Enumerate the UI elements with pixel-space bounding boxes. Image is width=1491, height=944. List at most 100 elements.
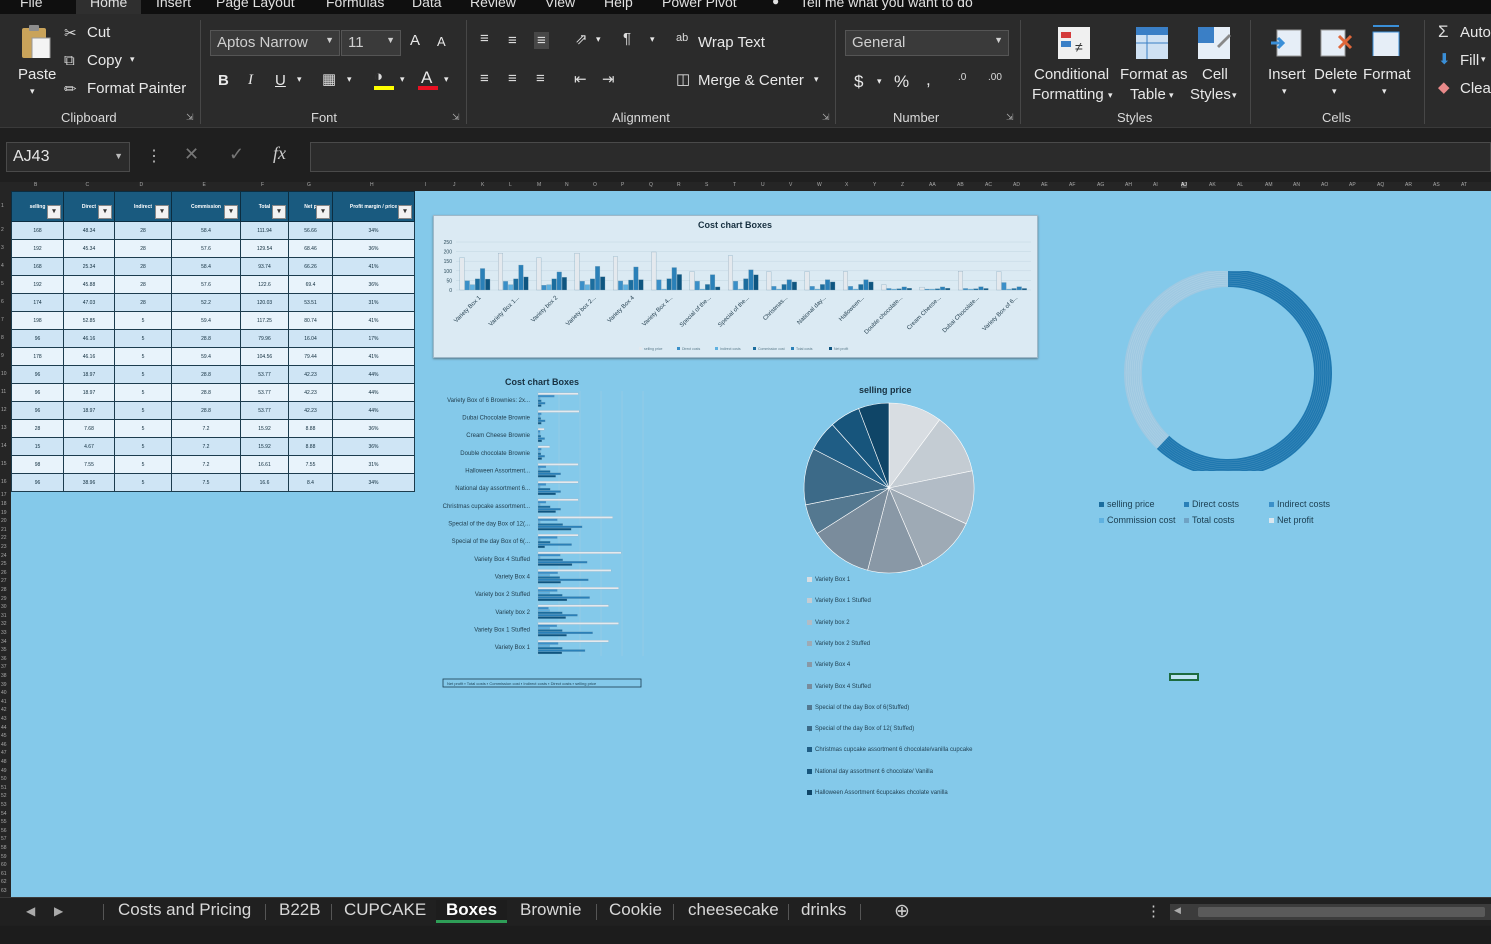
table-cell[interactable]: 7.2	[171, 437, 241, 456]
table-cell[interactable]: 59.4	[171, 311, 241, 330]
table-cell[interactable]: 18.97	[63, 383, 115, 402]
paragraph-icon[interactable]: ¶	[623, 30, 631, 47]
column-header[interactable]: W	[817, 182, 822, 188]
table-cell[interactable]: 5	[114, 383, 172, 402]
more-tabs-icon[interactable]: ⋮	[1146, 902, 1161, 920]
menu-file[interactable]: File	[20, 0, 43, 10]
column-header[interactable]: T	[733, 182, 736, 188]
table-cell[interactable]: 34%	[332, 473, 415, 492]
menu-review[interactable]: Review	[470, 0, 516, 10]
table-cell[interactable]: 5	[114, 329, 172, 348]
table-cell[interactable]: 28	[114, 257, 172, 276]
row-header[interactable]: 60	[1, 862, 7, 868]
column-header-cell[interactable]: Indirect ▾	[114, 191, 172, 222]
format-painter-button[interactable]: Format Painter	[87, 80, 186, 97]
menu-home[interactable]: Home	[76, 0, 142, 14]
paste-icon[interactable]	[18, 24, 52, 58]
increase-indent-icon[interactable]: ⇥	[602, 70, 615, 88]
column-header[interactable]: AT	[1461, 182, 1467, 188]
table-cell[interactable]: 36%	[332, 275, 415, 294]
column-header[interactable]: AC	[985, 182, 992, 188]
align-center-icon[interactable]: ≡	[508, 70, 517, 87]
column-header[interactable]: C	[86, 182, 90, 188]
table-cell[interactable]: 4.67	[63, 437, 115, 456]
merge-dropdown-icon[interactable]: ▾	[814, 74, 819, 85]
font-size-select[interactable]: 11 ▼	[341, 30, 401, 56]
selected-cell[interactable]	[1169, 673, 1199, 681]
underline-button[interactable]: U	[275, 72, 286, 89]
table-cell[interactable]: 28.8	[171, 383, 241, 402]
column-header[interactable]: O	[593, 182, 597, 188]
table-cell[interactable]: 44%	[332, 383, 415, 402]
column-header[interactable]: AI	[1153, 182, 1158, 188]
column-header[interactable]: AH	[1125, 182, 1132, 188]
orientation-dropdown-icon[interactable]: ▾	[596, 34, 601, 45]
column-header[interactable]: I	[425, 182, 426, 188]
row-header[interactable]: 34	[1, 639, 7, 645]
column-header[interactable]: AG	[1097, 182, 1104, 188]
clear-button[interactable]: Clea	[1460, 80, 1491, 97]
cell-styles-button-line2[interactable]: Styles	[1190, 86, 1231, 103]
table-cell[interactable]: 36%	[332, 239, 415, 258]
table-cell[interactable]: 15	[11, 437, 64, 456]
cost-chart-vertical[interactable]: Cost chart Boxes 250 200 150 100 50 0 Variety …	[433, 215, 1038, 358]
table-cell[interactable]: 28	[11, 419, 64, 438]
delete-button[interactable]: Delete	[1314, 66, 1357, 83]
column-header[interactable]: AF	[1069, 182, 1075, 188]
align-bottom-icon[interactable]: ≡	[534, 32, 549, 49]
horizontal-scrollbar[interactable]: ◀	[1170, 904, 1491, 920]
menu-data[interactable]: Data	[412, 0, 442, 10]
column-header[interactable]: Q	[649, 182, 653, 188]
table-cell[interactable]: 45.88	[63, 275, 115, 294]
cond-dropdown-icon[interactable]: ▾	[1108, 90, 1113, 101]
cell-styles-button[interactable]: Cell	[1202, 66, 1228, 83]
table-cell[interactable]: 8.88	[288, 437, 333, 456]
table-cell[interactable]: 44%	[332, 401, 415, 420]
shrink-font-button[interactable]: A	[437, 34, 446, 49]
row-header[interactable]: 32	[1, 621, 7, 627]
tab-brownie[interactable]: Brownie	[520, 900, 581, 920]
table-cell[interactable]: 58.4	[171, 221, 241, 240]
table-cell[interactable]: 46.16	[63, 329, 115, 348]
row-header[interactable]: 62	[1, 879, 7, 885]
column-header[interactable]: D	[140, 182, 144, 188]
column-header[interactable]: AR	[1405, 182, 1412, 188]
table-cell[interactable]: 96	[11, 383, 64, 402]
column-header[interactable]: V	[789, 182, 792, 188]
currency-button[interactable]: $	[854, 72, 863, 92]
row-header[interactable]: 28	[1, 587, 7, 593]
table-cell[interactable]: 79.44	[288, 347, 333, 366]
tab-cookie[interactable]: Cookie	[609, 900, 662, 920]
table-cell[interactable]: 41%	[332, 347, 415, 366]
row-header[interactable]: 14	[1, 443, 7, 449]
row-header[interactable]: 24	[1, 553, 7, 559]
row-header[interactable]: 18	[1, 501, 7, 507]
table-cell[interactable]: 7.5	[171, 473, 241, 492]
row-header[interactable]: 59	[1, 854, 7, 860]
row-header[interactable]: 30	[1, 604, 7, 610]
table-cell[interactable]: 31%	[332, 455, 415, 474]
table-cell[interactable]: 16.6	[240, 473, 289, 492]
menu-help[interactable]: Help	[604, 0, 633, 10]
row-header[interactable]: 53	[1, 802, 7, 808]
table-cell[interactable]: 117.25	[240, 311, 289, 330]
filter-dropdown-icon[interactable]: ▾	[47, 205, 61, 219]
row-header[interactable]: 52	[1, 793, 7, 799]
table-cell[interactable]: 28.8	[171, 365, 241, 384]
insert-function-button[interactable]: fx	[273, 143, 286, 164]
table-cell[interactable]: 28	[114, 275, 172, 294]
table-cell[interactable]: 168	[11, 257, 64, 276]
row-header[interactable]: 49	[1, 768, 7, 774]
row-header[interactable]: 2	[1, 227, 4, 233]
column-header[interactable]: AL	[1237, 182, 1243, 188]
format-as-table-button-line2[interactable]: Table	[1130, 86, 1166, 103]
percent-button[interactable]: %	[894, 72, 909, 92]
row-header[interactable]: 11	[1, 389, 6, 395]
table-cell[interactable]: 5	[114, 455, 172, 474]
column-header[interactable]: J	[453, 182, 456, 188]
fill-button[interactable]: Fill	[1460, 52, 1479, 69]
clipboard-launcher-icon[interactable]: ⇲	[186, 112, 194, 123]
orientation-icon[interactable]: ⇗	[575, 30, 588, 48]
formula-input[interactable]	[310, 142, 1491, 172]
table-cell[interactable]: 36%	[332, 437, 415, 456]
